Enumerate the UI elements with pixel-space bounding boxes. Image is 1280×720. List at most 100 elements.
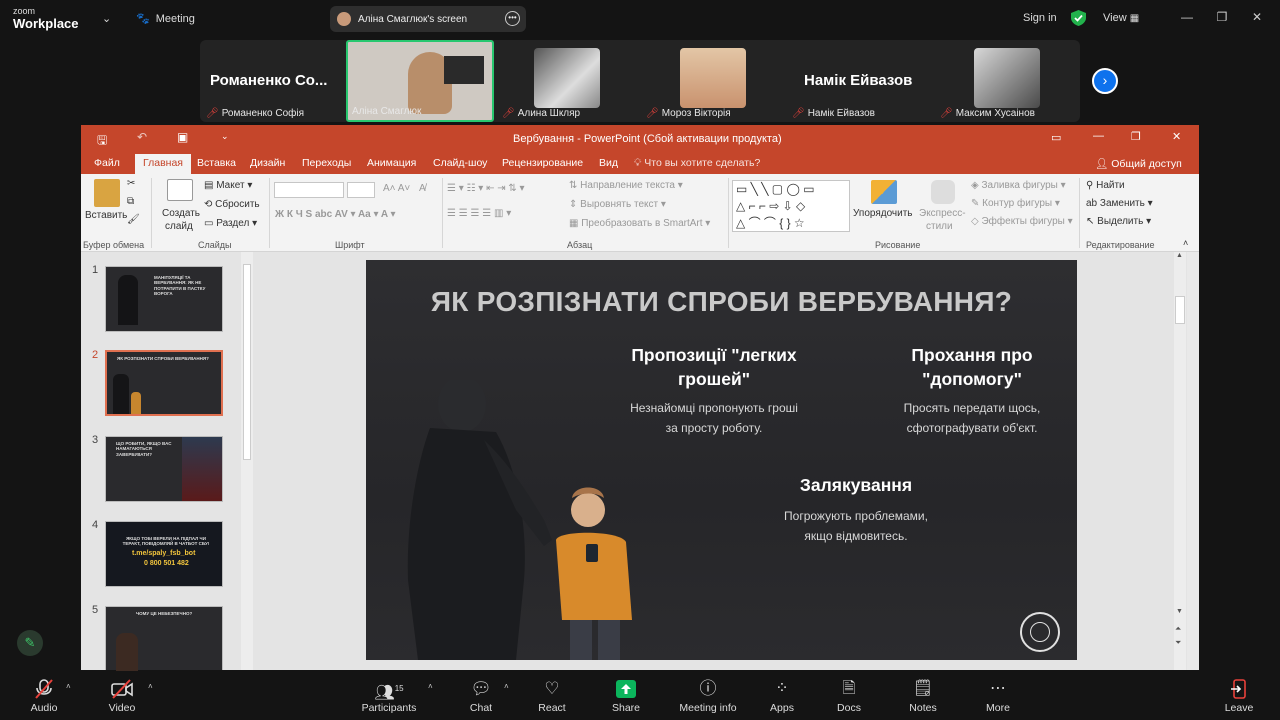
close-icon[interactable]: ✕ bbox=[1250, 10, 1264, 24]
scroll-thumb[interactable] bbox=[1175, 296, 1185, 324]
quick-styles-icon[interactable] bbox=[931, 180, 955, 204]
scroll-down-icon[interactable]: ▼ bbox=[1176, 608, 1183, 615]
participants-caret-icon[interactable]: ˄ bbox=[428, 682, 433, 691]
screen-share-pill[interactable]: Аліна Смаглюк's screen ••• bbox=[330, 6, 526, 32]
clear-format-icon[interactable]: A̸ bbox=[419, 183, 426, 194]
docs-button[interactable]: 🗎 Docs bbox=[834, 678, 864, 714]
audio-button[interactable]: Audio bbox=[26, 678, 62, 714]
ribbon-display-options-icon[interactable]: ▭ bbox=[1051, 131, 1061, 144]
layout-button[interactable]: ▤ Макет ▾ bbox=[204, 180, 252, 191]
more-button[interactable]: ⋯ More bbox=[982, 678, 1014, 714]
format-painter-icon[interactable]: 🖌︎ bbox=[127, 214, 140, 225]
save-icon[interactable]: 🖫 bbox=[97, 131, 107, 152]
cut-icon[interactable]: ✂ bbox=[127, 178, 135, 189]
copy-icon[interactable]: ⧉ bbox=[127, 196, 134, 207]
participant-tile[interactable]: Намік Ейвазов 🎤︎ Намік Ейвазов bbox=[786, 40, 934, 122]
participant-tile[interactable]: 🎤︎ Мороз Вікторія bbox=[640, 40, 786, 122]
restore-icon[interactable]: ❐ bbox=[1215, 10, 1229, 24]
text-direction-button[interactable]: ⇅ Направление текста ▾ bbox=[569, 180, 683, 191]
current-slide[interactable]: ЯК РОЗПІЗНАТИ СПРОБИ ВЕРБУВАННЯ? Пропози… bbox=[366, 260, 1077, 660]
smartart-button[interactable]: ▦ Преобразовать в SmartArt ▾ bbox=[569, 218, 710, 229]
tab-file[interactable]: Файл bbox=[94, 157, 120, 169]
ppt-close-icon[interactable]: ✕ bbox=[1172, 130, 1181, 143]
arrange-icon[interactable] bbox=[871, 180, 897, 204]
meeting-info-button[interactable]: ⓘ Meeting info bbox=[676, 678, 740, 714]
slide-thumbnail-1[interactable]: МАНІПУЛЯЦІЇ ТА ВЕРБУВАННЯ: ЯК НЕ ПОТРАПИ… bbox=[105, 266, 223, 332]
list-indent-icons[interactable]: ☰ ▾ ☷ ▾ ⇤ ⇥ ⇅ ▾ bbox=[447, 183, 525, 194]
prev-slide-icon[interactable]: ⏶ bbox=[1175, 624, 1181, 634]
tab-animations[interactable]: Анимация bbox=[367, 157, 416, 169]
arrange-label[interactable]: Упорядочить bbox=[853, 208, 913, 219]
annotate-pen-icon[interactable]: ✎ bbox=[17, 630, 43, 656]
gallery-next-arrow-icon[interactable]: › bbox=[1092, 68, 1118, 94]
collapse-ribbon-icon[interactable]: ˄ bbox=[1183, 238, 1188, 248]
chat-caret-icon[interactable]: ˄ bbox=[504, 682, 509, 691]
slide-thumbnail-3[interactable]: ЩО РОБИТИ, ЯКЩО ВАС НАМАГАЮТЬСЯ ЗАВЕРБУВ… bbox=[105, 436, 223, 502]
slide-thumbnail-2-selected[interactable]: ЯК РОЗПІЗНАТИ СПРОБИ ВЕРБУВАННЯ? bbox=[105, 350, 223, 416]
paste-icon[interactable] bbox=[94, 179, 120, 207]
leave-button[interactable]: Leave bbox=[1222, 678, 1256, 714]
video-options-caret-icon[interactable]: ˄ bbox=[148, 682, 153, 691]
scroll-up-icon[interactable]: ▲ bbox=[1176, 252, 1183, 259]
participant-tile[interactable]: 🎤︎ Максим Хусаінов bbox=[934, 40, 1080, 122]
tell-me-search[interactable]: 💡︎ Что вы хотите сделать? bbox=[634, 157, 760, 170]
quick-access-chevron-icon[interactable]: ⌄ bbox=[221, 131, 229, 142]
shape-effects-button[interactable]: ◇ Эффекты фигуры ▾ bbox=[971, 216, 1073, 227]
minimize-icon[interactable]: — bbox=[1180, 10, 1194, 24]
video-button[interactable]: Video bbox=[104, 678, 140, 714]
meeting-menu[interactable]: 🐾 Meeting bbox=[136, 12, 195, 25]
notes-button[interactable]: 🗒︎ Notes bbox=[906, 678, 940, 714]
slide-thumbnail-4[interactable]: ЯКЩО ТОБІ ВЕРЕЛИ НА ПІДПАЛ ЧИ ТЕРАКТ, ПО… bbox=[105, 521, 223, 587]
shape-fill-button[interactable]: ◈ Заливка фигуры ▾ bbox=[971, 180, 1066, 191]
participant-tile[interactable]: Романенко Со... 🎤︎ Романенко Софія bbox=[200, 40, 344, 122]
font-name-input[interactable] bbox=[274, 182, 344, 198]
slide-thumbnail-5[interactable]: ЧОМУ ЦЕ НЕБЕЗПЕЧНО? bbox=[105, 606, 223, 671]
share-screen-button[interactable]: Share bbox=[608, 678, 644, 714]
undo-icon[interactable]: ↶ bbox=[137, 130, 147, 144]
slide-scrollbar[interactable]: ▲ ▼ ⏶ ⏷ bbox=[1174, 252, 1186, 670]
tab-review[interactable]: Рецензирование bbox=[502, 157, 583, 169]
next-slide-icon[interactable]: ⏷ bbox=[1175, 638, 1181, 648]
bold-italic-underline-icons[interactable]: Ж К Ч S abc AV ▾ Aa ▾ A ▾ bbox=[275, 209, 396, 220]
tab-transitions[interactable]: Переходы bbox=[302, 157, 351, 169]
shape-outline-button[interactable]: ✎ Контур фигуры ▾ bbox=[971, 198, 1060, 209]
tab-slideshow[interactable]: Слайд-шоу bbox=[433, 157, 487, 169]
thumbnails-scrollbar[interactable] bbox=[241, 252, 253, 670]
align-text-button[interactable]: ⇕ Выровнять текст ▾ bbox=[569, 199, 666, 210]
chat-button[interactable]: 💬︎ Chat bbox=[466, 678, 496, 714]
brand-menu-chevron-icon[interactable]: ⌄ bbox=[102, 12, 111, 25]
tab-view[interactable]: Вид bbox=[599, 157, 618, 169]
react-button[interactable]: ♡ React bbox=[536, 678, 568, 714]
sign-in-link[interactable]: Sign in bbox=[1023, 12, 1057, 24]
more-options-icon[interactable]: ••• bbox=[505, 11, 520, 26]
ppt-restore-icon[interactable]: ❐ bbox=[1131, 130, 1141, 143]
shapes-gallery[interactable]: ▭ ╲ ╲ ▢ ◯ ▭ △ ⌐ ⌐ ⇨ ⇩ ◇ △ ⌒ ⌒ { } ☆ bbox=[732, 180, 850, 232]
start-slideshow-icon[interactable]: ▣ bbox=[177, 130, 188, 144]
alignment-icons[interactable]: ☰ ☰ ☰ ☰ ▥ ▾ bbox=[447, 208, 511, 219]
share-button[interactable]: 👤︎ Общий доступ bbox=[1095, 157, 1182, 170]
section-button[interactable]: ▭ Раздел ▾ bbox=[204, 218, 257, 229]
replace-button[interactable]: ab Заменить ▾ bbox=[1086, 198, 1153, 209]
participant-tile-active-speaker[interactable]: Аліна Смаглюк bbox=[346, 40, 494, 122]
audio-options-caret-icon[interactable]: ˄ bbox=[66, 682, 71, 691]
paste-label[interactable]: Вставить bbox=[85, 210, 127, 221]
find-button[interactable]: ⚲ Найти bbox=[1086, 180, 1125, 191]
new-slide-label-1[interactable]: Создать bbox=[162, 208, 200, 219]
scroll-thumb[interactable] bbox=[243, 264, 251, 460]
reset-button[interactable]: ⟲ Сбросить bbox=[204, 199, 260, 210]
quick-styles-label-1[interactable]: Экспресс- bbox=[919, 208, 966, 219]
font-size-input[interactable] bbox=[347, 182, 375, 198]
tab-insert[interactable]: Вставка bbox=[197, 157, 236, 169]
font-grow-shrink-icon[interactable]: A˄ A˅ bbox=[383, 183, 410, 194]
apps-button[interactable]: ⁘ Apps bbox=[766, 678, 798, 714]
tab-design[interactable]: Дизайн bbox=[250, 157, 285, 169]
tab-home[interactable]: Главная bbox=[135, 154, 191, 174]
view-menu[interactable]: View ▦ bbox=[1103, 12, 1139, 24]
ppt-minimize-icon[interactable]: — bbox=[1093, 130, 1104, 142]
select-button[interactable]: ↖ Выделить ▾ bbox=[1086, 216, 1151, 227]
quick-styles-label-2[interactable]: стили bbox=[926, 221, 953, 232]
new-slide-label-2[interactable]: слайд bbox=[165, 221, 193, 232]
participant-tile[interactable]: 🎤︎ Алина Шкляр bbox=[496, 40, 640, 122]
new-slide-icon[interactable] bbox=[167, 179, 193, 201]
participants-button[interactable]: 👥︎15 Participants bbox=[360, 678, 418, 714]
